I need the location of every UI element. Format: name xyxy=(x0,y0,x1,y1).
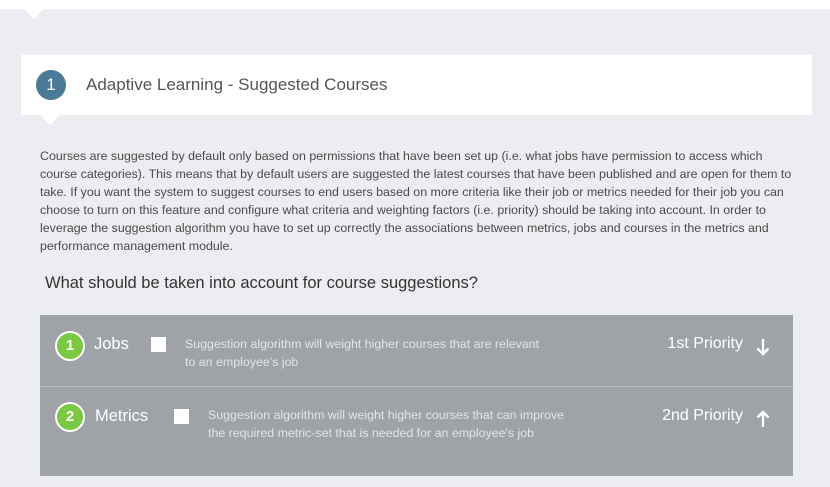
criteria-name: Metrics xyxy=(95,407,149,425)
priority-label: 1st Priority xyxy=(667,335,743,352)
priority-number-badge: 1 xyxy=(55,331,85,361)
metrics-checkbox[interactable] xyxy=(174,409,189,424)
jobs-checkbox[interactable] xyxy=(151,337,166,352)
arrow-up-icon[interactable] xyxy=(755,409,771,429)
previous-section-pointer xyxy=(24,9,44,19)
criteria-name: Jobs xyxy=(94,335,129,353)
previous-section-card xyxy=(0,0,830,9)
criteria-row-metrics: 2 Metrics Suggestion algorithm will weig… xyxy=(40,387,793,476)
criteria-question: What should be taken into account for co… xyxy=(45,274,478,292)
section-title: Adaptive Learning - Suggested Courses xyxy=(86,75,388,94)
criteria-row-jobs: 1 Jobs Suggestion algorithm will weight … xyxy=(40,315,793,387)
section-header-pointer xyxy=(40,115,60,125)
arrow-down-icon[interactable] xyxy=(755,337,771,357)
section-description: Courses are suggested by default only ba… xyxy=(40,149,792,253)
priority-label: 2nd Priority xyxy=(662,407,743,424)
criteria-description: Suggestion algorithm will weight higher … xyxy=(185,337,540,369)
priority-number-badge: 2 xyxy=(55,402,85,432)
criteria-description: Suggestion algorithm will weight higher … xyxy=(208,408,565,440)
criteria-list: 1 Jobs Suggestion algorithm will weight … xyxy=(40,315,793,476)
step-number-badge: 1 xyxy=(36,70,66,100)
